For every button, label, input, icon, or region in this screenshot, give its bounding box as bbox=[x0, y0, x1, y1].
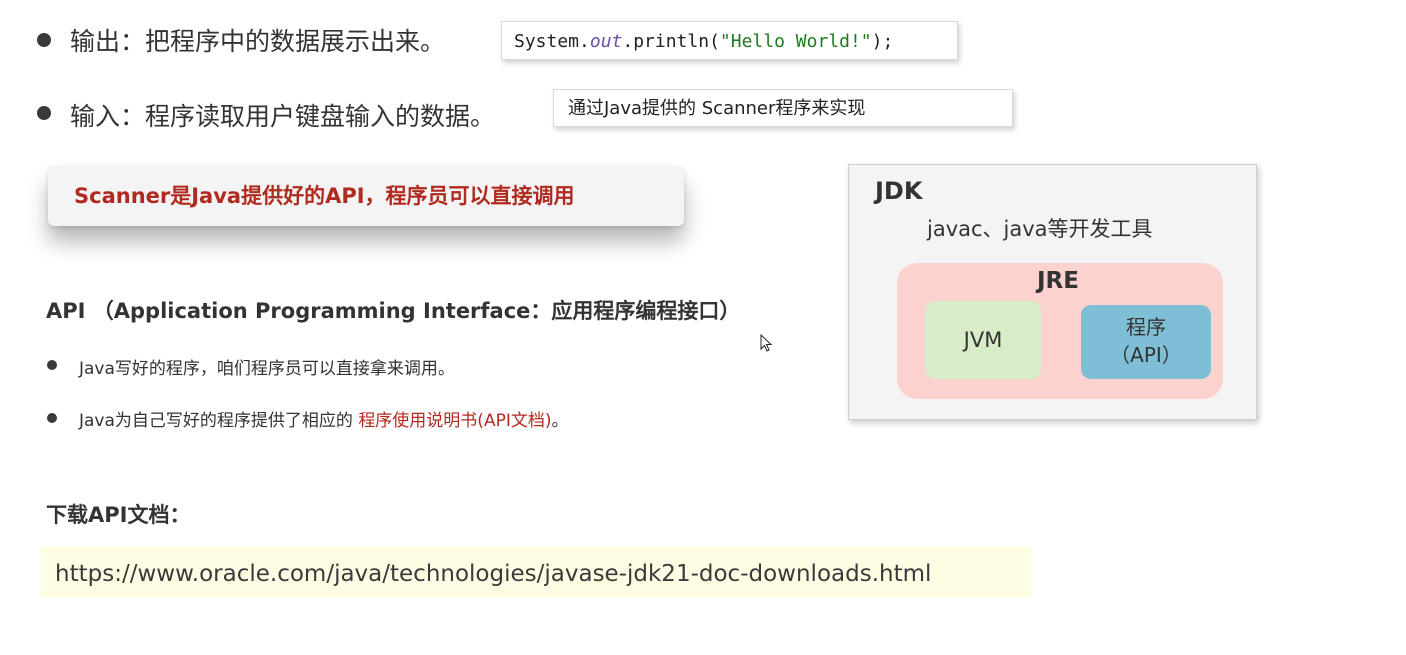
input-label: 输入：程序读取用户键盘输入的数据。 bbox=[70, 102, 496, 131]
api-item-2: Java为自己写好的程序提供了相应的 程序使用说明书(API文档)。 bbox=[79, 406, 568, 431]
jre-box: JRE JVM 程序 （API） bbox=[897, 263, 1223, 399]
code-field: out bbox=[589, 31, 623, 52]
api-doc-highlight: 程序使用说明书(API文档) bbox=[358, 411, 552, 431]
api-item-2-text: Java为自己写好的程序提供了相应的 bbox=[79, 411, 359, 431]
jdk-title: JDK bbox=[875, 177, 923, 205]
bullet-dot-api-2 bbox=[47, 413, 57, 423]
download-url-link[interactable]: https://www.oracle.com/java/technologies… bbox=[55, 561, 931, 587]
scanner-note-text: 通过Java提供的 Scanner程序来实现 bbox=[568, 98, 866, 119]
bullet-dot-input bbox=[37, 106, 51, 120]
api-item-2-suffix: 。 bbox=[551, 411, 569, 431]
mouse-cursor-icon bbox=[760, 334, 772, 352]
api-item-1: Java写好的程序，咱们程序员可以直接拿来调用。 bbox=[79, 359, 455, 379]
jvm-label: JVM bbox=[963, 328, 1003, 352]
code-string: "Hello World!" bbox=[719, 31, 872, 52]
api-box-line2: （API） bbox=[1110, 343, 1182, 367]
slide: 输出：把程序中的数据展示出来。 System.out.println("Hell… bbox=[0, 0, 1406, 655]
jdk-tools: javac、java等开发工具 bbox=[927, 217, 1153, 241]
bullet-dot-output bbox=[37, 33, 51, 47]
download-heading: 下载API文档： bbox=[46, 503, 191, 527]
jvm-box: JVM bbox=[925, 301, 1041, 379]
scanner-note: 通过Java提供的 Scanner程序来实现 bbox=[553, 89, 1013, 127]
code-method: .println( bbox=[622, 31, 720, 52]
api-box-line1: 程序 bbox=[1126, 315, 1166, 339]
download-url-box: https://www.oracle.com/java/technologies… bbox=[41, 546, 1031, 598]
api-heading: API （Application Programming Interface：应… bbox=[46, 299, 741, 323]
jre-title: JRE bbox=[1037, 268, 1079, 294]
code-prefix: System. bbox=[514, 31, 590, 52]
code-println: System.out.println("Hello World!"); bbox=[501, 21, 958, 60]
jdk-box: JDK javac、java等开发工具 JRE JVM 程序 （API） bbox=[848, 164, 1257, 420]
bullet-dot-api-1 bbox=[47, 360, 57, 370]
output-label: 输出：把程序中的数据展示出来。 bbox=[70, 27, 446, 56]
api-library-box: 程序 （API） bbox=[1081, 305, 1211, 379]
scanner-callout-text: Scanner是Java提供好的API，程序员可以直接调用 bbox=[74, 184, 575, 208]
scanner-callout: Scanner是Java提供好的API，程序员可以直接调用 bbox=[48, 166, 684, 226]
code-suffix: ); bbox=[871, 31, 894, 52]
